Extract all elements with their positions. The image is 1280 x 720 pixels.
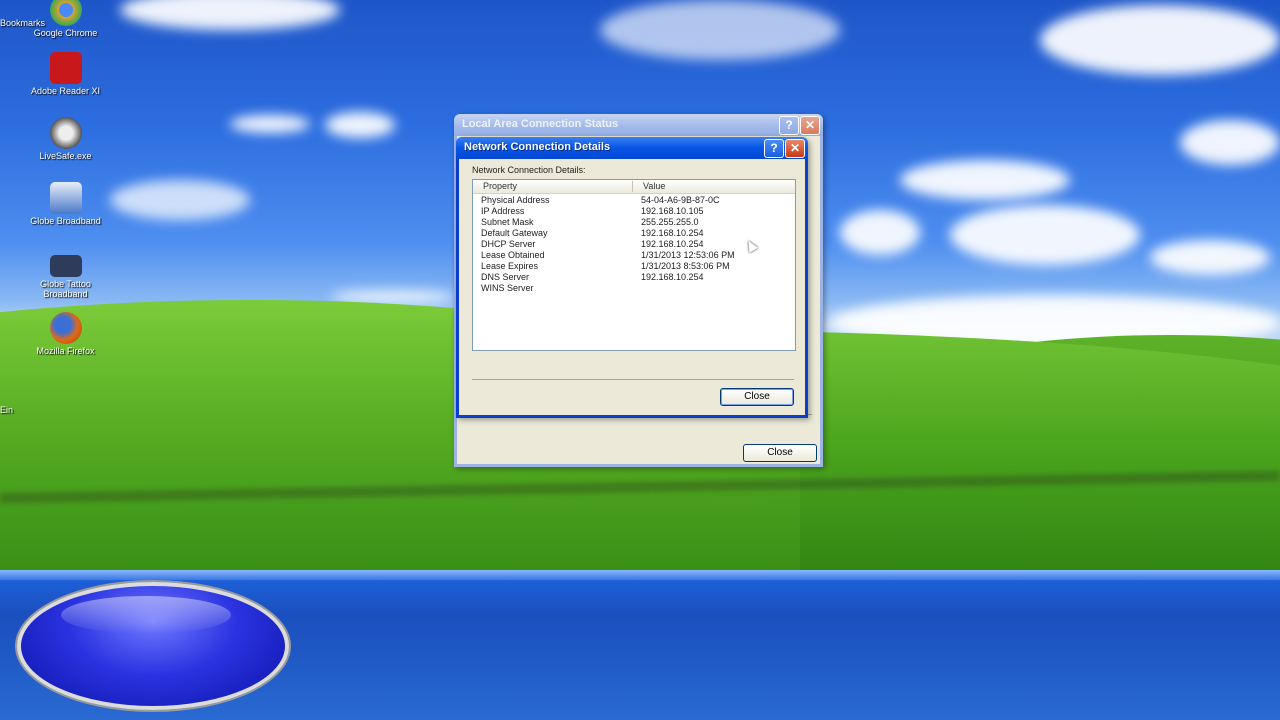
close-button[interactable]: ✕ [800, 116, 820, 135]
divider [472, 379, 794, 380]
details-title: Network Connection Details [464, 141, 611, 153]
firefox-icon [49, 312, 82, 344]
table-row[interactable]: IP Address 192.168.10.105 [473, 206, 793, 217]
column-value[interactable]: Value [643, 181, 665, 191]
table-row[interactable]: Default Gateway 192.168.10.254 [473, 228, 793, 239]
chrome-icon [49, 0, 82, 26]
table-row[interactable]: Subnet Mask 255.255.255.0 [473, 217, 793, 228]
table-row[interactable]: DNS Server 192.168.10.254 [473, 272, 793, 283]
pdf-icon [49, 52, 82, 84]
details-listview[interactable]: Property Value Physical Address 54-04-A6-… [472, 179, 796, 351]
table-row[interactable]: Lease Expires 1/31/2013 8:53:06 PM [473, 261, 793, 272]
desktop-icon-adobe-reader[interactable]: Adobe Reader XI [28, 52, 103, 96]
table-row[interactable]: Lease Obtained 1/31/2013 12:53:06 PM [473, 250, 793, 261]
section-label: Network Connection Details: [472, 165, 586, 175]
status-close-button[interactable]: Close [743, 444, 817, 462]
network-connection-details-dialog: Network Connection Details ? ✕ Network C… [456, 137, 808, 418]
globe-broadband-icon [49, 182, 82, 214]
status-window-titlebar[interactable]: Local Area Connection Status ? ✕ [454, 114, 823, 136]
desktop-icon-globe-tattoo[interactable]: Globe Tattoo Broadband [28, 249, 103, 299]
details-titlebar[interactable]: Network Connection Details ? ✕ [456, 137, 808, 159]
edge-icon-label[interactable]: Bookmarks [0, 18, 45, 28]
desktop-icon-livesafe[interactable]: LiveSafe.exe [28, 117, 103, 161]
taskbar-area [0, 570, 1280, 720]
start-orb-button[interactable] [17, 582, 289, 710]
close-button[interactable]: ✕ [785, 139, 805, 158]
orb-shine [61, 596, 231, 634]
desktop-icon-globe-broadband[interactable]: Globe Broadband [28, 182, 103, 226]
tattoo-icon [49, 255, 82, 277]
table-row[interactable]: Physical Address 54-04-A6-9B-87-0C [473, 195, 793, 206]
desktop-icon-firefox[interactable]: Mozilla Firefox [28, 312, 103, 356]
status-window-title: Local Area Connection Status [462, 118, 619, 130]
edge-icon-label[interactable]: Ein [0, 405, 13, 415]
details-close-button[interactable]: Close [720, 388, 794, 406]
help-button[interactable]: ? [779, 116, 799, 135]
table-row[interactable]: WINS Server [473, 283, 793, 294]
column-property[interactable]: Property [483, 181, 517, 191]
livesafe-icon [49, 117, 82, 149]
help-button[interactable]: ? [764, 139, 784, 158]
listview-header: Property Value [473, 180, 795, 194]
